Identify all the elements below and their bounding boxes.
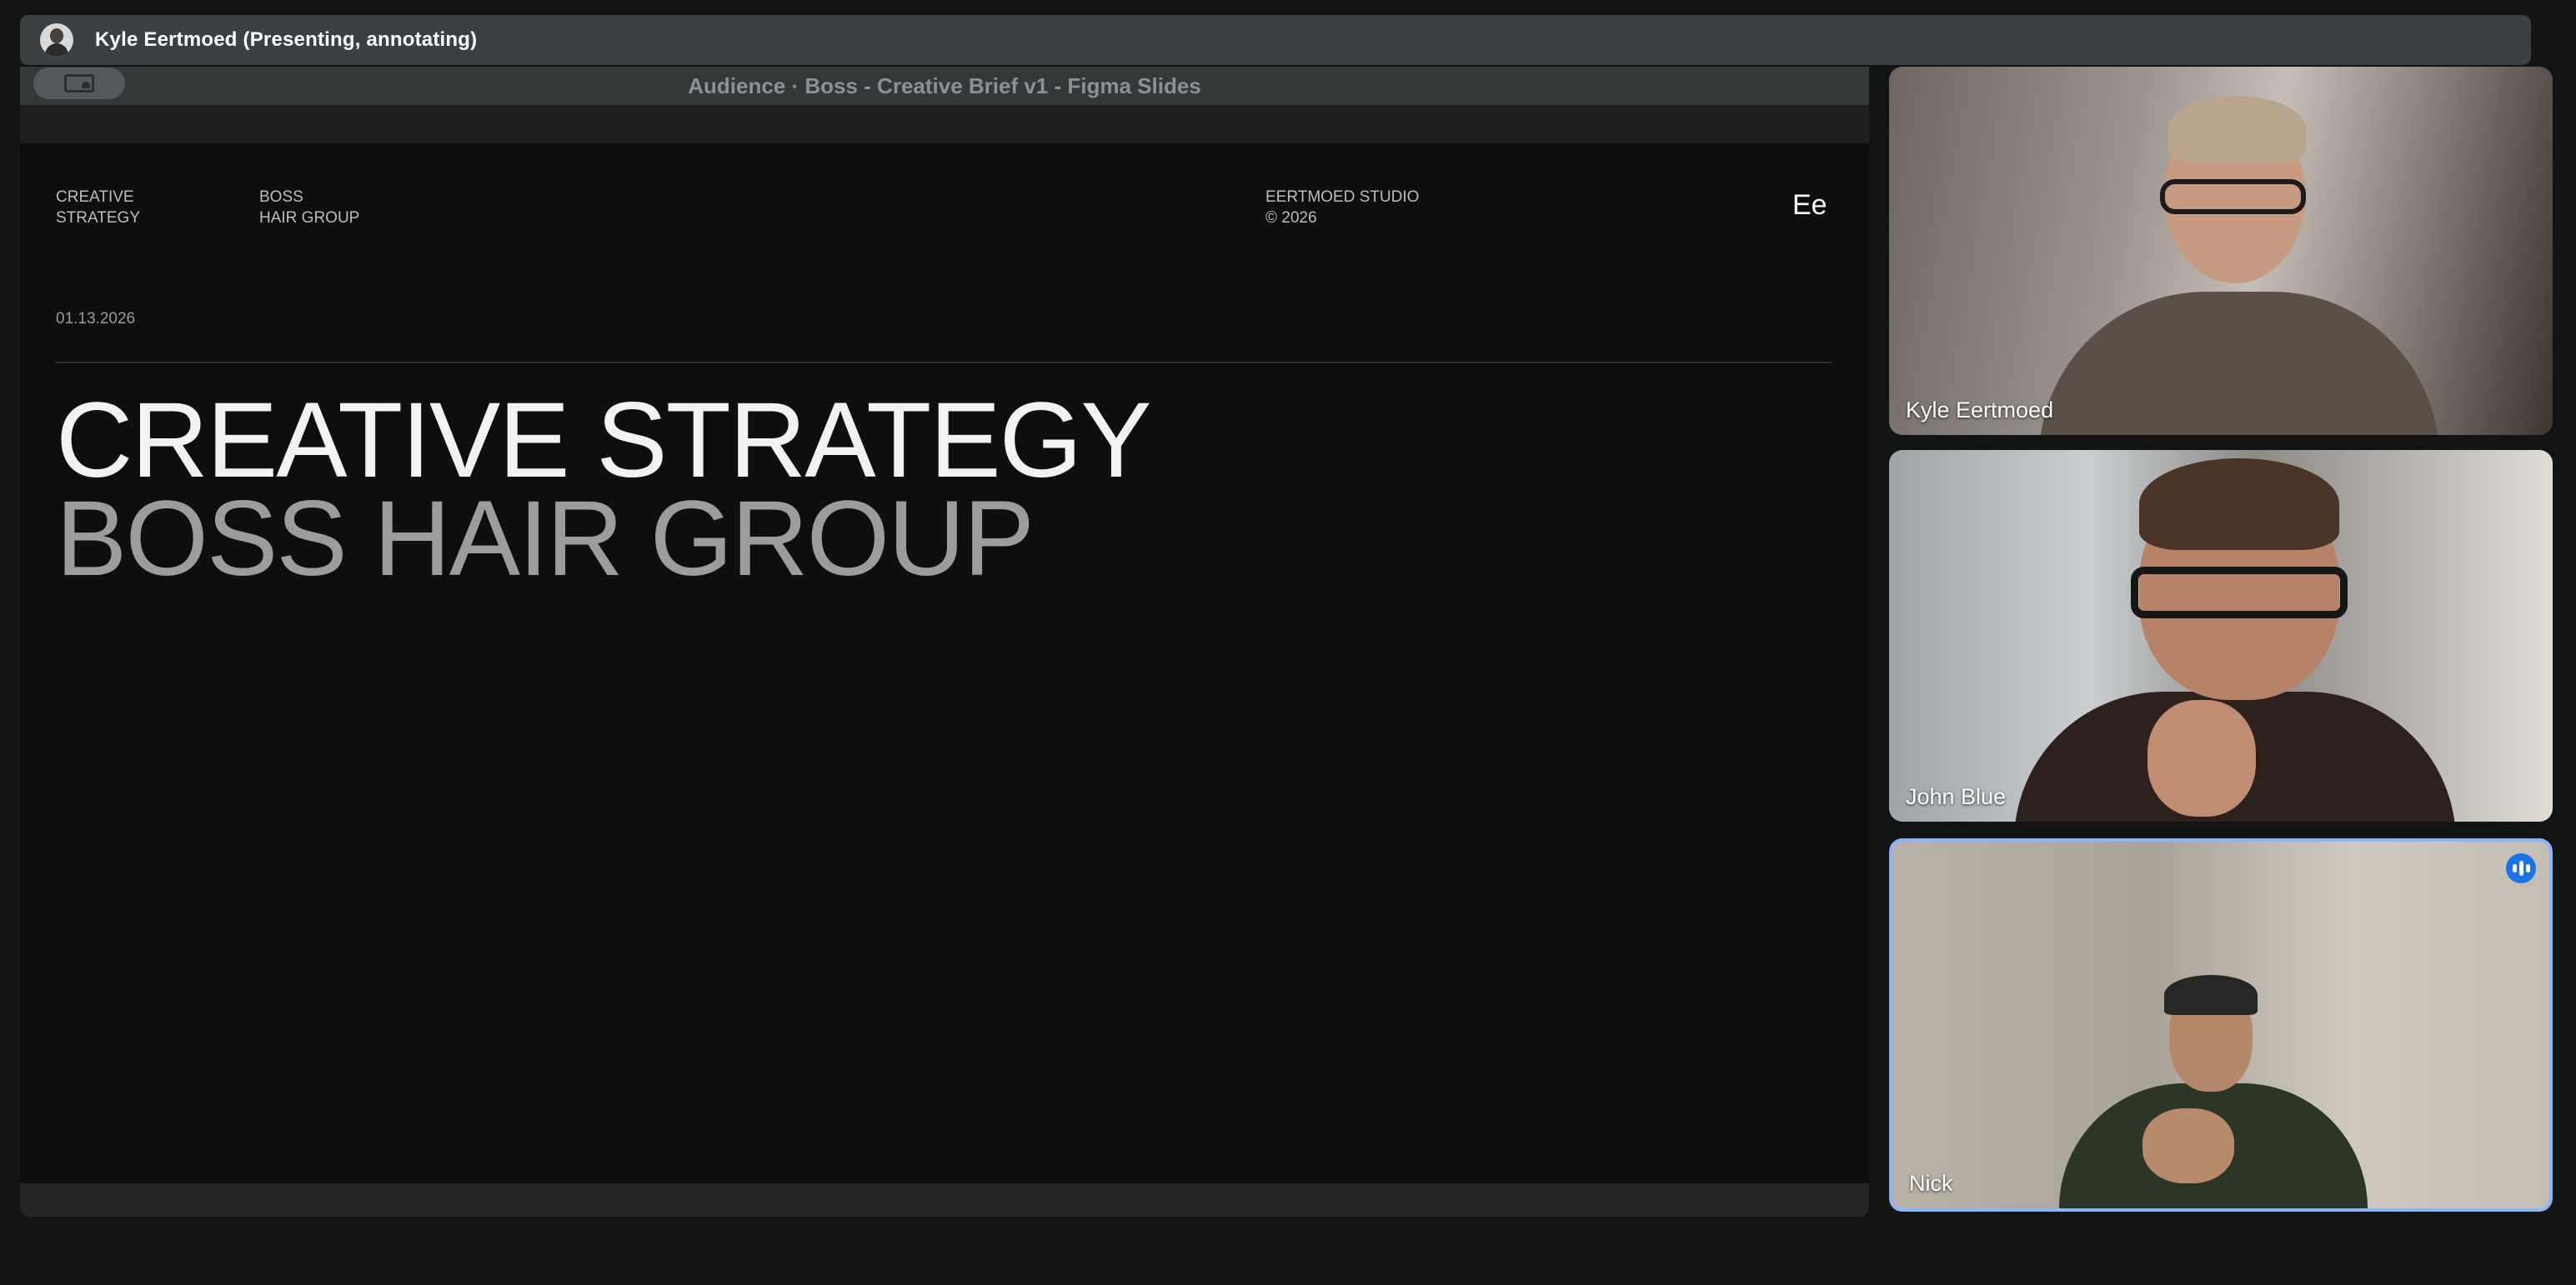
shared-window-title: Audience · Boss - Creative Brief v1 - Fi… [688, 72, 1201, 98]
slide-headline: CREATIVE STRATEGY BOSS HAIR GROUP [56, 381, 1152, 598]
participant-tile-nick[interactable]: Nick [1889, 838, 2553, 1212]
participant-tile-kyle[interactable]: Kyle Eertmoed [1889, 67, 2553, 435]
screen-share: Audience · Boss - Creative Brief v1 - Fi… [20, 67, 1869, 1217]
presenter-bar: Kyle Eertmoed (Presenting, annotating) [20, 15, 2531, 65]
headline-primary: CREATIVE STRATEGY [56, 381, 1152, 500]
slide-meta-text: BOSS [259, 188, 303, 206]
slide-meta-text: © 2026 [1265, 209, 1317, 227]
presentation-toggle-icon [64, 74, 94, 92]
slide-meta-text: EERTMOED STUDIO [1265, 188, 1420, 206]
shared-window-titlebar: Audience · Boss - Creative Brief v1 - Fi… [20, 67, 1869, 105]
slide-meta-client: BOSS HAIR GROUP [259, 187, 359, 228]
participant-name: John Blue [1906, 784, 2007, 809]
presenter-avatar [40, 23, 73, 57]
slide-meta-text: STRATEGY [56, 209, 140, 227]
participant-tile-john[interactable]: John Blue [1889, 450, 2553, 822]
slide-meta-topic: CREATIVE STRATEGY [56, 187, 140, 228]
participant-name: Nick [1909, 1171, 1953, 1196]
presentation-toggle-button[interactable] [33, 68, 125, 99]
headline-secondary: BOSS HAIR GROUP [56, 479, 1035, 598]
slide-logo: Ee [1792, 189, 1827, 221]
slide-date: 01.13.2026 [56, 310, 136, 328]
presenter-label: Kyle Eertmoed (Presenting, annotating) [95, 28, 478, 51]
participant-name: Kyle Eertmoed [1906, 398, 2054, 422]
slide-meta-text: CREATIVE [56, 188, 134, 206]
slide-meta-text: HAIR GROUP [259, 209, 360, 227]
speaking-indicator-icon [2506, 853, 2536, 883]
shared-window-toolbar [20, 105, 1869, 143]
slide-divider [56, 362, 1832, 363]
slide: CREATIVE STRATEGY BOSS HAIR GROUP EERTMO… [20, 143, 1869, 1183]
slide-meta-studio: EERTMOED STUDIO © 2026 [1265, 187, 1419, 228]
shared-window-footer [20, 1183, 1869, 1217]
